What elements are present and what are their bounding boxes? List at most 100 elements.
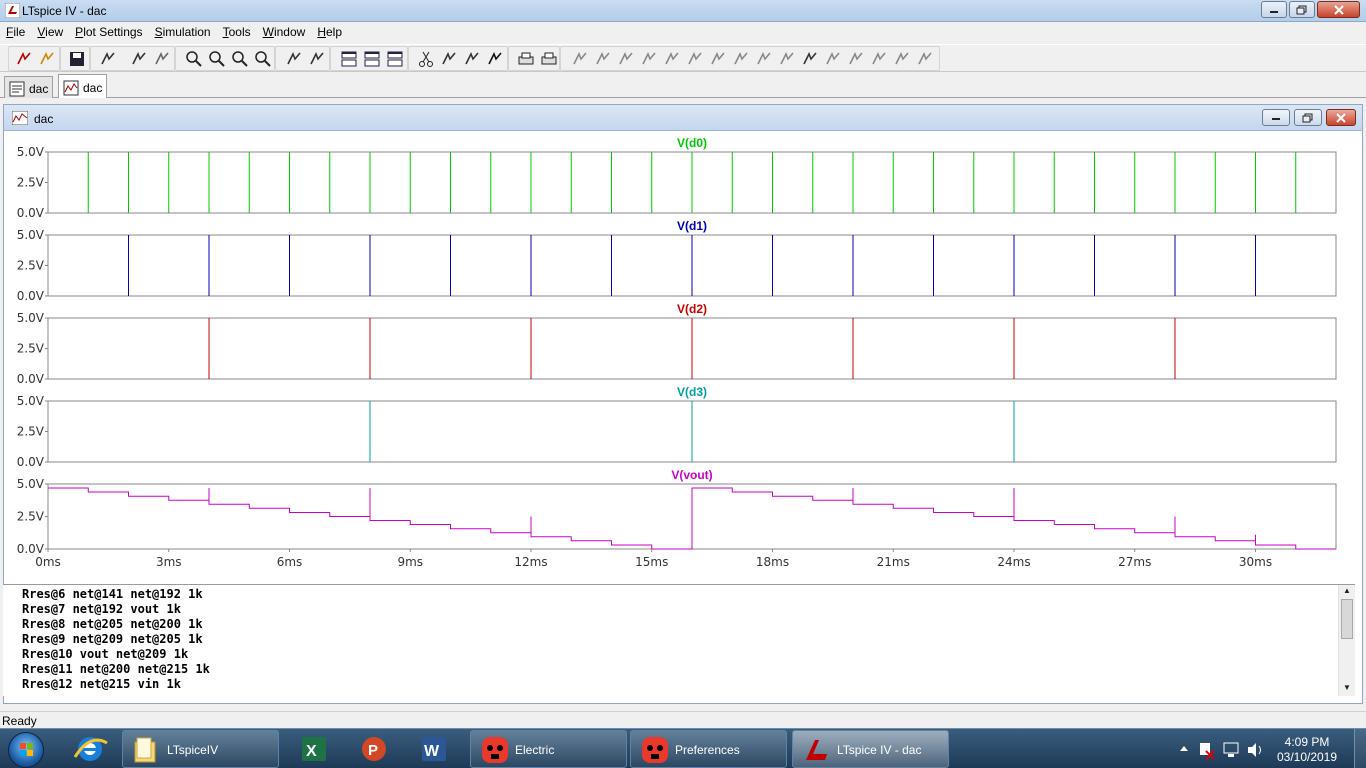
- child-close-button[interactable]: [1326, 109, 1356, 126]
- inductor-button[interactable]: [685, 49, 705, 69]
- task-preferences[interactable]: Preferences: [630, 730, 787, 768]
- scroll-up-icon[interactable]: ▲: [1343, 586, 1351, 595]
- toolbar: [0, 44, 1366, 72]
- spice-directive-button[interactable]: [915, 49, 935, 69]
- excel-icon[interactable]: X: [290, 731, 340, 767]
- close-icon: [1336, 112, 1346, 123]
- start-button[interactable]: [8, 732, 44, 768]
- label-net-icon: [619, 52, 633, 65]
- taskbar-clock[interactable]: 4:09 PM 03/10/2019: [1272, 735, 1342, 765]
- undo-button[interactable]: [800, 49, 820, 69]
- cut-button[interactable]: [416, 49, 436, 69]
- zoom-out-button[interactable]: [207, 49, 227, 69]
- trace-label: V(d1): [677, 219, 707, 233]
- tab-waveform-dac[interactable]: dac: [58, 74, 108, 98]
- trace-label: V(d2): [677, 302, 707, 316]
- mark-unconnected-button[interactable]: [307, 49, 327, 69]
- move-button[interactable]: [754, 49, 774, 69]
- menu-view[interactable]: View: [31, 22, 69, 42]
- show-desktop-button[interactable]: [1354, 729, 1366, 768]
- task-electric[interactable]: Electric: [470, 730, 627, 768]
- new-schematic-button[interactable]: [14, 49, 34, 69]
- netlist-line: Rres@10 vout net@209 1k: [22, 647, 189, 661]
- redo-button[interactable]: [823, 49, 843, 69]
- zoom-in-button[interactable]: [184, 49, 204, 69]
- x-tick-label: 12ms: [514, 555, 547, 569]
- close-button[interactable]: [1317, 1, 1360, 18]
- close-all-button[interactable]: [385, 49, 405, 69]
- clock-time: 4:09 PM: [1284, 735, 1330, 749]
- task-ltspiceiv-folder[interactable]: LTspiceIV: [122, 730, 279, 768]
- autorange-icon: [287, 52, 301, 65]
- x-tick-label: 30ms: [1239, 555, 1272, 569]
- scroll-down-icon[interactable]: ▼: [1343, 683, 1351, 692]
- run-icon: [132, 52, 146, 65]
- label-net-button[interactable]: [616, 49, 636, 69]
- tile-horizontal-button[interactable]: [339, 49, 359, 69]
- print-icon: [541, 52, 557, 65]
- save-button[interactable]: [67, 49, 87, 69]
- zoom-cancel-button[interactable]: [253, 49, 273, 69]
- schematic-icon: [9, 81, 25, 97]
- task-ltspice-dac[interactable]: LTspice IV - dac: [792, 730, 949, 768]
- component-button[interactable]: [731, 49, 751, 69]
- powerpoint-icon[interactable]: P: [350, 731, 400, 767]
- print-button[interactable]: [539, 49, 559, 69]
- control-panel-button[interactable]: [98, 49, 118, 69]
- tab-label: dac: [29, 82, 49, 96]
- diode-button[interactable]: [708, 49, 728, 69]
- find-button[interactable]: [485, 49, 505, 69]
- x-tick-label: 0ms: [35, 555, 61, 569]
- tab-schematic-dac[interactable]: dac: [4, 76, 54, 98]
- cascade-button[interactable]: [362, 49, 382, 69]
- restore-button[interactable]: [1289, 1, 1315, 18]
- menu-file[interactable]: File: [0, 22, 31, 42]
- netlist-line: Rres@12 net@215 vin 1k: [22, 677, 181, 691]
- halt-icon: [155, 52, 169, 65]
- ground-button[interactable]: [593, 49, 613, 69]
- resistor-icon: [642, 52, 656, 65]
- ie-icon[interactable]: [65, 731, 115, 767]
- netlist-line: Rres@9 net@209 net@205 1k: [22, 632, 203, 646]
- menu-window[interactable]: Window: [257, 22, 312, 42]
- print-setup-button[interactable]: [516, 49, 536, 69]
- menu-tools[interactable]: Tools: [217, 22, 257, 42]
- waveform-plot[interactable]: V(d0) 5.0V 2.5V 0.0V V(d1) 5.0V 2.5V 0.0V V(d2) 5…: [4, 131, 1362, 583]
- autorange-button[interactable]: [284, 49, 304, 69]
- x-tick-label: 27ms: [1118, 555, 1151, 569]
- word-icon[interactable]: W: [410, 731, 460, 767]
- trace-label: V(vout): [671, 468, 712, 482]
- y-tick-label: 2.5V: [17, 510, 45, 524]
- menu-simulation[interactable]: Simulation: [149, 22, 217, 42]
- zoom-back-button[interactable]: [230, 49, 250, 69]
- document-tabs: dac dac: [0, 74, 1366, 98]
- resistor-button[interactable]: [639, 49, 659, 69]
- close-all-icon: [387, 51, 403, 67]
- volume-icon[interactable]: [1248, 743, 1256, 757]
- child-minimize-button[interactable]: [1262, 109, 1290, 126]
- netlist-panel[interactable]: Rres@6 net@141 net@192 1k Rres@7 net@192 …: [3, 584, 1355, 696]
- copy-button[interactable]: [439, 49, 459, 69]
- netlist-line: Rres@6 net@141 net@192 1k: [22, 587, 203, 601]
- rotate-button[interactable]: [846, 49, 866, 69]
- menu-help[interactable]: Help: [311, 22, 348, 42]
- capacitor-button[interactable]: [662, 49, 682, 69]
- text-button[interactable]: [892, 49, 912, 69]
- minimize-button[interactable]: [1261, 1, 1287, 18]
- run-button[interactable]: [129, 49, 149, 69]
- drag-icon: [780, 52, 794, 65]
- paste-button[interactable]: [462, 49, 482, 69]
- scroll-thumb[interactable]: [1341, 599, 1353, 639]
- halt-button[interactable]: [152, 49, 172, 69]
- child-restore-button[interactable]: [1294, 109, 1322, 126]
- tray-expand-icon[interactable]: [1180, 746, 1188, 751]
- network-icon[interactable]: [1223, 742, 1239, 754]
- wire-button[interactable]: [570, 49, 590, 69]
- netlist-scrollbar[interactable]: ▲ ▼: [1338, 585, 1355, 696]
- mirror-button[interactable]: [869, 49, 889, 69]
- open-button[interactable]: [37, 49, 57, 69]
- menu-plot-settings[interactable]: Plot Settings: [69, 22, 148, 42]
- diode-icon: [711, 52, 725, 65]
- windows-logo-icon: [20, 743, 33, 756]
- drag-button[interactable]: [777, 49, 797, 69]
